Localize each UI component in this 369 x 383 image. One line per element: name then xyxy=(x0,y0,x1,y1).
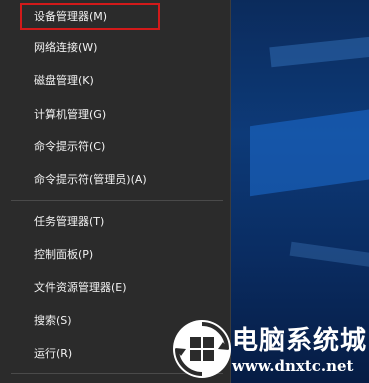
light-beam xyxy=(250,103,369,197)
watermark-title: 电脑系统城 xyxy=(232,326,368,356)
menu-item-file-explorer[interactable]: 文件资源管理器(E) xyxy=(0,273,230,303)
menu-item-task-manager[interactable]: 任务管理器(T) xyxy=(0,207,230,237)
menu-item-network-connections[interactable]: 网络连接(W) xyxy=(0,33,230,63)
light-beam xyxy=(289,241,369,273)
watermark-url: www.dnxtc.net xyxy=(232,357,354,375)
menu-item-computer-management[interactable]: 计算机管理(G) xyxy=(0,100,230,130)
watermark-logo-icon xyxy=(173,320,231,378)
menu-item-command-prompt-admin[interactable]: 命令提示符(管理员)(A) xyxy=(0,165,230,195)
highlight-box xyxy=(20,3,160,30)
menu-item-command-prompt[interactable]: 命令提示符(C) xyxy=(0,132,230,162)
menu-item-control-panel[interactable]: 控制面板(P) xyxy=(0,240,230,270)
light-beam xyxy=(269,32,369,68)
menu-item-disk-management[interactable]: 磁盘管理(K) xyxy=(0,66,230,96)
menu-separator xyxy=(11,200,223,201)
